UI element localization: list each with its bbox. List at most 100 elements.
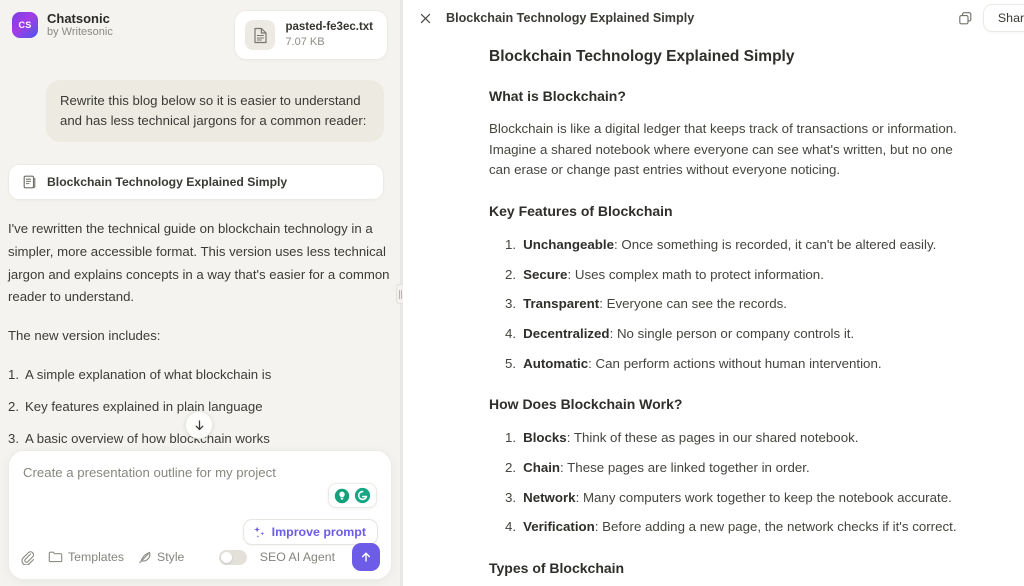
seo-ai-agent-label: SEO AI Agent: [259, 550, 335, 564]
list-item-term: Secure: [523, 266, 568, 282]
logo-text: CS: [18, 19, 32, 30]
list-item-number: 4.: [505, 326, 517, 342]
section-list: 1. Unchangeable: Once something is recor…: [489, 234, 964, 374]
templates-label: Templates: [68, 550, 125, 564]
chat-header: CS Chatsonic by Writesonic pasted-fe3ec.: [0, 0, 400, 72]
list-item-number: 3.: [505, 489, 517, 505]
attach-paperclip-icon[interactable]: [20, 550, 35, 565]
list-item-desc: : Can perform actions without human inte…: [588, 355, 882, 371]
brand-name: Chatsonic: [47, 11, 110, 26]
brand-subtitle: by Writesonic: [47, 26, 113, 39]
assistant-paragraph: I've rewritten the technical guide on bl…: [8, 221, 390, 305]
list-item-term: Blocks: [523, 430, 567, 446]
grip-line: [398, 289, 400, 299]
list-item-number: 4.: [505, 519, 517, 535]
list-item-number: 3.: [505, 296, 517, 312]
list-item-desc: : Think of these as pages in our shared …: [566, 430, 859, 446]
brand: CS Chatsonic by Writesonic: [12, 10, 113, 39]
list-item-number: 2.: [505, 266, 517, 282]
composer-toolbar: Templates Style SEO AI Agent: [9, 543, 391, 571]
prompt-input[interactable]: Create a presentation outline for my pro…: [21, 463, 379, 482]
list-item-number: 1.: [505, 430, 517, 446]
list-item: 3. Network: Many computers work together…: [505, 487, 964, 508]
user-message-bubble: Rewrite this blog below so it is easier …: [46, 80, 384, 143]
grammarly-icon[interactable]: [354, 487, 371, 504]
section-heading: Types of Blockchain: [489, 559, 625, 576]
list-item-number: 2.: [8, 398, 19, 414]
list-item: 1. Blocks: Think of these as pages in ou…: [505, 427, 964, 448]
list-item-term: Unchangeable: [523, 236, 614, 252]
lightbulb-icon[interactable]: [334, 488, 350, 504]
list-item-term: Chain: [523, 459, 561, 475]
list-item-text: Verification: Before adding a new page, …: [523, 516, 956, 537]
list-item-text: Transparent: Everyone can see the record…: [523, 293, 787, 314]
templates-button[interactable]: Templates: [48, 550, 124, 564]
list-item-text: Unchangeable: Once something is recorded…: [523, 234, 936, 255]
attachment-size: 7.07 KB: [285, 36, 325, 49]
seo-ai-agent-toggle[interactable]: [218, 549, 247, 565]
list-item: 4. Verification: Before adding a new pag…: [505, 516, 964, 537]
composer: Create a presentation outline for my pro…: [8, 450, 392, 580]
list-item-number: 3.: [8, 430, 19, 446]
list-item-term: Network: [523, 489, 576, 505]
feather-pen-icon: [137, 550, 152, 565]
section-list: 1. Blocks: Think of these as pages in ou…: [489, 427, 964, 538]
grip-line: [401, 289, 402, 299]
list-item-desc: : Uses complex math to protect informati…: [567, 266, 824, 282]
document-header-actions: Share: [958, 4, 1024, 32]
close-icon[interactable]: [419, 12, 432, 25]
list-item-text: Decentralized: No single person or compa…: [523, 323, 854, 344]
list-item: 5. Automatic: Can perform actions withou…: [505, 353, 964, 374]
attachment-meta: pasted-fe3ec.txt 7.07 KB: [285, 20, 373, 49]
chat-panel: CS Chatsonic by Writesonic pasted-fe3ec.: [0, 0, 400, 586]
list-item-number: 2.: [505, 459, 517, 475]
document-header: Blockchain Technology Explained Simply S…: [403, 0, 1024, 36]
share-button[interactable]: Share: [982, 4, 1024, 32]
list-item-text: Secure: Uses complex math to protect inf…: [523, 264, 824, 285]
list-item: 1. Unchangeable: Once something is recor…: [505, 234, 964, 255]
copy-icon[interactable]: [958, 11, 973, 26]
list-item-number: 5.: [505, 355, 517, 371]
list-item-number: 1.: [505, 236, 517, 252]
list-item: 3. Transparent: Everyone can see the rec…: [505, 293, 964, 314]
list-item-term: Verification: [523, 519, 595, 535]
list-item-text: A simple explanation of what blockchain …: [25, 366, 272, 382]
list-item-term: Decentralized: [523, 326, 610, 342]
chatsonic-logo-icon: CS: [12, 11, 38, 38]
message-scroll-area[interactable]: Rewrite this blog below so it is easier …: [0, 72, 400, 452]
section-heading: What is Blockchain?: [489, 88, 626, 104]
section-heading: How Does Blockchain Work?: [489, 396, 683, 413]
brand-text: Chatsonic by Writesonic: [47, 10, 113, 39]
document-pill-label: Blockchain Technology Explained Simply: [47, 175, 288, 190]
list-item: 2. Secure: Uses complex math to protect …: [505, 264, 964, 285]
document-scroll-icon: [21, 174, 37, 190]
assistant-intro: The new version includes:: [8, 327, 161, 343]
list-item-text: Automatic: Can perform actions without h…: [523, 353, 881, 374]
attachment-chip[interactable]: pasted-fe3ec.txt 7.07 KB: [234, 10, 388, 60]
assistant-tools-pill: [328, 483, 377, 508]
arrow-up-icon: [359, 550, 373, 564]
scroll-to-bottom-button[interactable]: [185, 411, 213, 439]
list-item: 1. A simple explanation of what blockcha…: [8, 364, 392, 385]
attachment-name: pasted-fe3ec.txt: [285, 21, 373, 34]
send-button[interactable]: [352, 543, 380, 571]
improve-prompt-button[interactable]: Improve prompt: [242, 519, 378, 545]
app-root: CS Chatsonic by Writesonic pasted-fe3ec.: [0, 0, 1024, 586]
style-button[interactable]: Style: [137, 550, 184, 565]
list-item-desc: : Before adding a new page, the network …: [594, 519, 957, 535]
list-item-desc: : No single person or company controls i…: [609, 326, 855, 342]
list-item-desc: : Many computers work together to keep t…: [575, 489, 952, 505]
file-text-icon: [245, 20, 276, 50]
list-item: 4. Decentralized: No single person or co…: [505, 323, 964, 344]
document-header-title: Blockchain Technology Explained Simply: [446, 11, 695, 25]
list-item-number: 1.: [8, 366, 19, 382]
section-paragraph: Blockchain is like a digital ledger that…: [489, 121, 957, 178]
document-reference-pill[interactable]: Blockchain Technology Explained Simply: [8, 164, 384, 201]
assistant-message: I've rewritten the technical guide on bl…: [8, 218, 392, 348]
style-label: Style: [157, 550, 185, 564]
list-item-text: Network: Many computers work together to…: [523, 487, 952, 508]
document-body[interactable]: Blockchain Technology Explained Simply W…: [403, 36, 1024, 586]
arrow-down-icon: [193, 419, 206, 432]
list-item: 2. Chain: These pages are linked togethe…: [505, 457, 964, 478]
list-item-desc: : These pages are linked together in ord…: [560, 459, 810, 475]
